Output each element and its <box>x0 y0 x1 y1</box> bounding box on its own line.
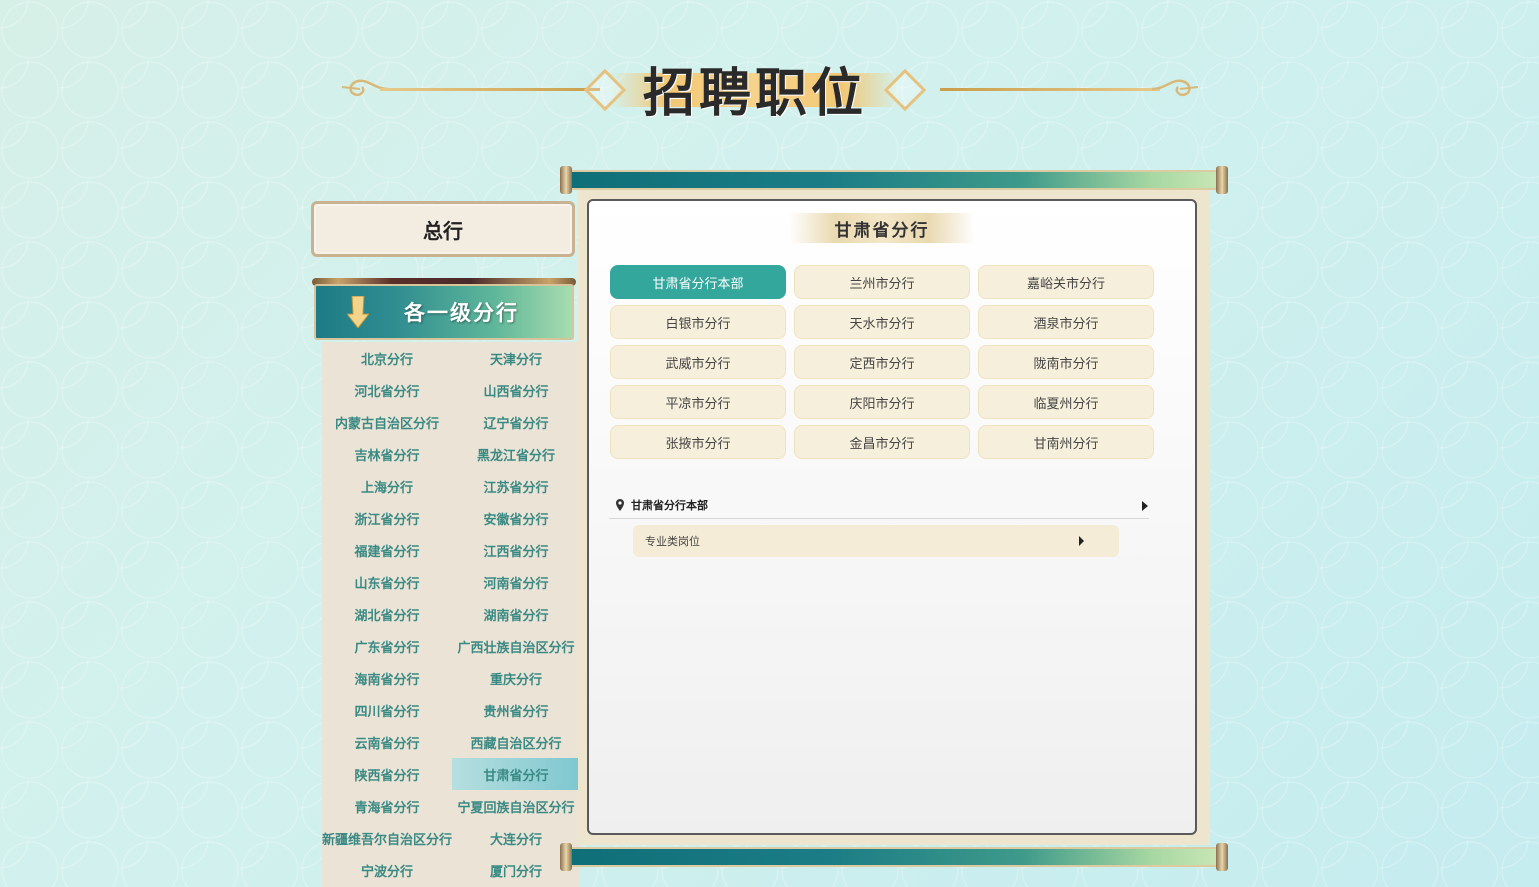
content-panel: 甘肃省分行 甘肃省分行本部 兰州市分行 嘉峪关市分行 白银市分行 天水市分行 酒泉市分行武… <box>587 199 1197 835</box>
city-button[interactable]: 酒泉市分行 <box>978 305 1154 339</box>
branch-item[interactable]: 黑龙江省分行 <box>452 438 580 470</box>
branch-item[interactable]: 新疆维吾尔自治区分行 <box>322 822 452 854</box>
expand-arrow-icon[interactable] <box>1141 501 1149 511</box>
branch-item[interactable]: 江苏省分行 <box>452 470 580 502</box>
scroll-rod-bottom <box>560 843 1228 871</box>
location-pin-icon <box>616 498 624 511</box>
branch-item[interactable]: 福建省分行 <box>322 534 452 566</box>
branches-header-label: 各一级分行 <box>404 300 519 325</box>
branch-item[interactable]: 浙江省分行 <box>322 502 452 534</box>
title-banner: 招聘职位 <box>340 55 1200 125</box>
city-button[interactable]: 平凉市分行 <box>610 385 786 419</box>
headquarters-button[interactable]: 总行 <box>311 201 575 257</box>
branch-item[interactable]: 天津分行 <box>452 342 580 374</box>
branch-item[interactable]: 广东省分行 <box>322 630 452 662</box>
branch-item[interactable]: 海南省分行 <box>322 662 452 694</box>
branch-item[interactable]: 辽宁省分行 <box>452 406 580 438</box>
branch-item[interactable]: 安徽省分行 <box>452 502 580 534</box>
branch-item[interactable]: 江西省分行 <box>452 534 580 566</box>
branch-item[interactable]: 陕西省分行 <box>322 758 452 790</box>
title-line-right <box>940 88 1160 91</box>
branch-item[interactable]: 湖北省分行 <box>322 598 452 630</box>
city-button[interactable]: 金昌市分行 <box>794 425 970 459</box>
branch-item[interactable]: 北京分行 <box>322 342 452 374</box>
city-button[interactable]: 嘉峪关市分行 <box>978 265 1154 299</box>
title-line-left <box>380 88 600 91</box>
branch-item[interactable]: 内蒙古自治区分行 <box>322 406 452 438</box>
city-button[interactable]: 张掖市分行 <box>610 425 786 459</box>
city-button[interactable]: 临夏州分行 <box>978 385 1154 419</box>
branches-header[interactable]: 各一级分行 <box>312 278 576 340</box>
city-button[interactable]: 陇南市分行 <box>978 345 1154 379</box>
flourish-right-icon <box>1151 79 1199 96</box>
city-button[interactable]: 天水市分行 <box>794 305 970 339</box>
job-category-row[interactable]: 专业类岗位 <box>633 525 1119 557</box>
branch-item[interactable]: 上海分行 <box>322 470 452 502</box>
branch-item[interactable]: 甘肃省分行 <box>452 758 580 790</box>
page-title: 招聘职位 <box>642 62 867 124</box>
branch-item[interactable]: 四川省分行 <box>322 694 452 726</box>
panel-title: 甘肃省分行 <box>789 213 975 243</box>
branch-item[interactable]: 宁夏回族自治区分行 <box>452 790 580 822</box>
title-plaque: 招聘职位 <box>580 55 930 124</box>
branch-list: 北京分行 天津分行 河北省分行 山西省分行 内蒙古自治区分行 辽宁省分行 吉林省分行 黑龙江省… <box>322 342 580 887</box>
branch-item[interactable]: 河南省分行 <box>452 566 580 598</box>
city-button[interactable]: 白银市分行 <box>610 305 786 339</box>
branch-item[interactable]: 重庆分行 <box>452 662 580 694</box>
location-label: 甘肃省分行本部 <box>631 498 708 512</box>
branch-item[interactable]: 河北省分行 <box>322 374 452 406</box>
city-button[interactable]: 庆阳市分行 <box>794 385 970 419</box>
branch-item[interactable]: 广西壮族自治区分行 <box>452 630 580 662</box>
city-button[interactable]: 武威市分行 <box>610 345 786 379</box>
city-button[interactable]: 兰州市分行 <box>794 265 970 299</box>
city-button[interactable]: 甘南州分行 <box>978 425 1154 459</box>
city-button[interactable]: 甘肃省分行本部 <box>610 265 786 299</box>
city-button[interactable]: 定西市分行 <box>794 345 970 379</box>
expand-arrow-icon <box>1079 536 1084 546</box>
branch-grid: 北京分行 天津分行 河北省分行 山西省分行 内蒙古自治区分行 辽宁省分行 吉林省分行 黑龙江省… <box>322 342 580 886</box>
branch-item[interactable]: 湖南省分行 <box>452 598 580 630</box>
branch-item[interactable]: 山西省分行 <box>452 374 580 406</box>
scroll-rod-top <box>560 166 1228 194</box>
city-grid: 甘肃省分行本部 兰州市分行 嘉峪关市分行白银市分行 天水市分行 酒泉市分行武威市分行 定西… <box>610 265 1154 459</box>
branch-item[interactable]: 宁波分行 <box>322 854 452 886</box>
branch-item[interactable]: 西藏自治区分行 <box>452 726 580 758</box>
arrow-down-icon <box>338 292 378 332</box>
branch-item[interactable]: 青海省分行 <box>322 790 452 822</box>
branch-item[interactable]: 山东省分行 <box>322 566 452 598</box>
branch-item[interactable]: 吉林省分行 <box>322 438 452 470</box>
branch-item[interactable]: 云南省分行 <box>322 726 452 758</box>
location-row[interactable]: 甘肃省分行本部 <box>609 491 1149 519</box>
job-category-label: 专业类岗位 <box>645 535 700 548</box>
branch-item[interactable]: 贵州省分行 <box>452 694 580 726</box>
